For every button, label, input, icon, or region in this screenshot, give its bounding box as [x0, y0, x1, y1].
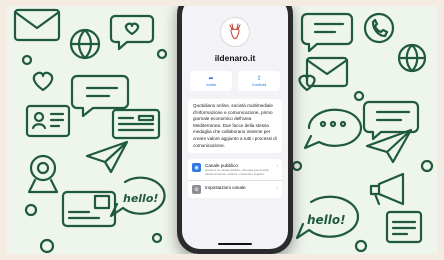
- chevron-right-icon: ›: [276, 185, 278, 192]
- globe-icon: [397, 43, 427, 73]
- phone-call-icon: [363, 12, 395, 44]
- heart-bubble-icon: [109, 14, 155, 51]
- channel-settings-list: ◉ Canale pubblico Questo è un canale pub…: [188, 159, 282, 199]
- circle-doodle: [24, 203, 38, 217]
- channel-profile-header: ildenaro.it: [182, 6, 288, 63]
- channel-avatar[interactable]: [220, 17, 250, 47]
- circle-doodle: [39, 238, 55, 254]
- globe-icon: ◉: [192, 163, 201, 173]
- gear-icon: ⚙: [192, 185, 201, 195]
- channel-settings-row[interactable]: ⚙ Impostazioni canale ›: [188, 180, 282, 198]
- circle-doodle: [151, 232, 163, 244]
- chevron-right-icon: ›: [276, 163, 278, 170]
- megaphone-icon: [369, 172, 405, 206]
- home-indicator: [218, 243, 252, 245]
- share-button[interactable]: ⇪ Condividi: [238, 71, 280, 91]
- circle-doodle: [420, 159, 434, 173]
- envelope-icon: [13, 8, 61, 42]
- circle-doodle: [156, 48, 168, 60]
- channel-title: ildenaro.it: [214, 53, 256, 63]
- circle-doodle: [291, 160, 303, 172]
- hello-bubble-right: hello!: [295, 195, 360, 240]
- paper-plane-icon: [85, 140, 129, 174]
- share-label: Condividi: [251, 82, 267, 87]
- svg-text:hello!: hello!: [307, 213, 346, 227]
- channel-description: Quotidiano online, società multimediale …: [188, 99, 282, 154]
- channel-actions: ➦ Inoltra ⇪ Condividi: [182, 63, 288, 91]
- deer-logo-icon: [229, 23, 241, 39]
- paperclip-doc-icon: [385, 210, 423, 244]
- stamp-envelope-icon: [61, 190, 117, 228]
- forward-icon: ➦: [208, 75, 214, 82]
- user-card-icon: [25, 104, 71, 138]
- circle-doodle: [353, 90, 365, 102]
- illustration-background: hello! hello! ildenaro.it ➦ Inoltra ⇪ Co…: [7, 6, 437, 254]
- forward-button[interactable]: ➦ Inoltra: [190, 71, 232, 91]
- smartphone-mockup: ildenaro.it ➦ Inoltra ⇪ Condividi Quotid…: [177, 6, 293, 254]
- hello-bubble-left: hello!: [109, 176, 166, 218]
- globe-icon: [69, 28, 101, 60]
- channel-settings-title: Impostazioni canale: [205, 185, 246, 191]
- circle-doodle: [21, 54, 33, 66]
- message-dots-bubble: [303, 108, 363, 150]
- phone-screen: ildenaro.it ➦ Inoltra ⇪ Condividi Quotid…: [182, 6, 288, 249]
- public-channel-subtitle: Questo è un canale pubblico, chiunque pu…: [205, 168, 269, 176]
- public-channel-row[interactable]: ◉ Canale pubblico Questo è un canale pub…: [188, 159, 282, 180]
- svg-text:hello!: hello!: [123, 192, 158, 205]
- webcam-icon: [27, 154, 59, 194]
- circle-doodle: [354, 239, 368, 253]
- forward-label: Inoltra: [206, 82, 216, 87]
- newspaper-icon: [111, 108, 161, 140]
- chat-bubble-icon: [300, 12, 354, 53]
- heart-doodle: [32, 71, 54, 92]
- share-icon: ⇪: [256, 75, 262, 82]
